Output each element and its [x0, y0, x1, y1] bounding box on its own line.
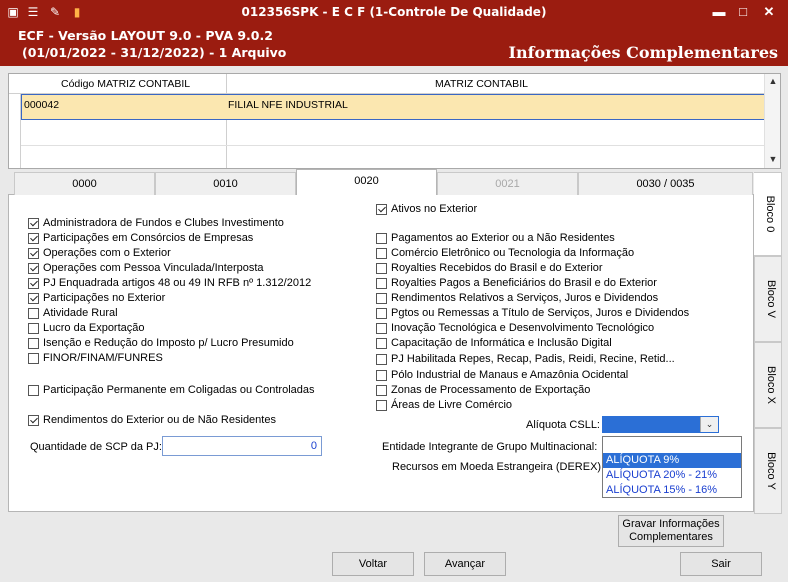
checkbox-box[interactable] [28, 293, 39, 304]
checkbox-box[interactable] [28, 308, 39, 319]
side-tab-bloco-y[interactable]: Bloco Y [754, 428, 782, 514]
tab-0020[interactable]: 0020 [296, 169, 437, 195]
checkbox-box[interactable] [376, 354, 387, 365]
page-title: Informações Complementares [508, 43, 778, 62]
checkbox-box[interactable] [28, 385, 39, 396]
cell-name[interactable]: FILIAL NFE INDUSTRIAL [228, 99, 348, 111]
checkbox-box[interactable] [28, 263, 39, 274]
checkbox-label: Isenção e Redução do Imposto p/ Lucro Pr… [43, 337, 294, 349]
checkbox-label: Atividade Rural [43, 307, 118, 319]
checkbox-box[interactable] [28, 233, 39, 244]
checkbox-label: Pgtos ou Remessas a Título de Serviços, … [391, 307, 690, 319]
app-header: ECF - Versão LAYOUT 9.0 - PVA 9.0.2 (01/… [0, 26, 788, 66]
checkbox-label: Lucro da Exportação [43, 322, 145, 334]
checkbox-box[interactable] [376, 385, 387, 396]
checkbox-box[interactable] [28, 353, 39, 364]
checkbox-box[interactable] [28, 323, 39, 334]
csll-label: Alíquota CSLL: [526, 419, 600, 431]
checkbox-box[interactable] [28, 278, 39, 289]
tab-0000[interactable]: 0000 [14, 172, 155, 195]
checkbox-label: Operações com Pessoa Vinculada/Interpost… [43, 262, 264, 274]
window-title: 012356SPK - E C F (1-Controle De Qualida… [241, 5, 547, 19]
checkbox-label: Pagamentos ao Exterior ou a Não Resident… [391, 232, 615, 244]
dropdown-option[interactable]: ALÍQUOTA 20% - 21% [603, 468, 741, 483]
grid-scrollbar[interactable]: ▲ ▼ [764, 74, 780, 168]
checkbox-box[interactable] [376, 233, 387, 244]
table-row-empty[interactable] [21, 120, 764, 146]
checkbox-label: Ativos no Exterior [391, 203, 478, 215]
checkbox-label: Zonas de Processamento de Exportação [391, 384, 591, 396]
sair-button[interactable]: Sair [680, 552, 762, 576]
checkbox-box[interactable] [28, 218, 39, 229]
cell-code[interactable]: 000042 [24, 99, 59, 111]
csll-select[interactable]: ⌄ [602, 416, 719, 433]
maximize-button[interactable]: □ [732, 3, 754, 21]
checkbox-label: Capacitação de Informática e Inclusão Di… [391, 337, 612, 349]
tab-0010[interactable]: 0010 [155, 172, 296, 195]
checkbox-box[interactable] [376, 293, 387, 304]
avancar-button[interactable]: Avançar [424, 552, 506, 576]
matriz-grid: Código MATRIZ CONTABIL MATRIZ CONTABIL 0… [8, 73, 781, 169]
checkbox-box[interactable] [376, 263, 387, 274]
chevron-down-icon[interactable]: ⌄ [700, 417, 718, 432]
checkbox-box[interactable] [376, 308, 387, 319]
checkbox-box[interactable] [28, 338, 39, 349]
checkbox-label: Operações com o Exterior [43, 247, 171, 259]
gravar-line2: Complementares [629, 531, 713, 543]
checkbox-label: Pólo Industrial de Manaus e Amazônia Oci… [391, 369, 629, 381]
period-label: (01/01/2022 - 31/12/2022) - 1 Arquivo [22, 45, 287, 60]
tab-0021[interactable]: 0021 [437, 172, 578, 195]
checkbox-label: PJ Enquadrada artigos 48 ou 49 IN RFB nº… [43, 277, 312, 289]
grid-header: Código MATRIZ CONTABIL MATRIZ CONTABIL [9, 74, 764, 94]
scp-quantity-value: 0 [310, 440, 317, 452]
checkbox-label: Royalties Pagos a Beneficiários do Brasi… [391, 277, 657, 289]
version-label: ECF - Versão LAYOUT 9.0 - PVA 9.0.2 [18, 28, 273, 43]
column-header-codigo[interactable]: Código MATRIZ CONTABIL [61, 78, 190, 90]
checkbox-label: Rendimentos Relativos a Serviços, Juros … [391, 292, 659, 304]
csll-dropdown-list[interactable]: ALÍQUOTA 9% ALÍQUOTA 20% - 21% ALÍQUOTA … [602, 436, 742, 498]
table-row[interactable]: 000042 FILIAL NFE INDUSTRIAL [21, 94, 766, 120]
scroll-down-icon[interactable]: ▼ [765, 154, 781, 164]
checkbox-label: Participação Permanente em Coligadas ou … [43, 384, 315, 396]
checkbox-label: Rendimentos do Exterior ou de Não Reside… [43, 414, 276, 426]
voltar-button[interactable]: Voltar [332, 552, 414, 576]
gravar-button[interactable]: Gravar Informações Complementares [618, 515, 724, 547]
checkbox-label: Inovação Tecnológica e Desenvolvimento T… [391, 322, 655, 334]
checkbox-box[interactable] [376, 370, 387, 381]
checkbox-box[interactable] [376, 278, 387, 289]
side-tab-bloco-v[interactable]: Bloco V [754, 256, 782, 342]
dropdown-option[interactable]: ALÍQUOTA 9% [603, 453, 741, 468]
close-button[interactable]: ✕ [758, 3, 780, 21]
checkbox-box[interactable] [376, 338, 387, 349]
side-tab-bloco-x[interactable]: Bloco X [754, 342, 782, 428]
checkbox-label: Administradora de Fundos e Clubes Invest… [43, 217, 284, 229]
checkbox-label: Participações em Consórcios de Empresas [43, 232, 254, 244]
checkbox-box[interactable] [376, 323, 387, 334]
scroll-up-icon[interactable]: ▲ [765, 76, 781, 86]
checkbox-label: PJ Habilitada Repes, Recap, Padis, Reidi… [391, 353, 675, 365]
scp-quantity-input[interactable]: 0 [162, 436, 322, 456]
checkbox-label: Participações no Exterior [43, 292, 166, 304]
column-header-matriz[interactable]: MATRIZ CONTABIL [435, 78, 528, 90]
dropdown-option[interactable]: ALÍQUOTA 15% - 16% [603, 483, 741, 498]
side-tab-bloco-0[interactable]: Bloco 0 [754, 172, 782, 256]
checkbox-box[interactable] [376, 204, 387, 215]
checkbox-label: Comércio Eletrônico ou Tecnologia da Inf… [391, 247, 635, 259]
row-header-column [9, 94, 21, 168]
checkbox-label: FINOR/FINAM/FUNRES [43, 352, 163, 364]
checkbox-box[interactable] [376, 400, 387, 411]
tab-0030-0035[interactable]: 0030 / 0035 [578, 172, 753, 195]
checkbox-box[interactable] [28, 415, 39, 426]
scp-label: Quantidade de SCP da PJ: [30, 441, 162, 453]
checkbox-box[interactable] [376, 248, 387, 259]
derex-label: Recursos em Moeda Estrangeira (DEREX): [392, 461, 605, 473]
checkbox-box[interactable] [28, 248, 39, 259]
gravar-line1: Gravar Informações [622, 518, 720, 530]
checkbox-label: Áreas de Livre Comércio [391, 399, 513, 411]
minimize-button[interactable]: ▬ [708, 3, 730, 21]
title-bar: ▣ ☰ ✎ ▮ 012356SPK - E C F (1-Controle De… [0, 0, 788, 26]
multinacional-label: Entidade Integrante de Grupo Multinacion… [382, 441, 598, 453]
checkbox-label: Royalties Recebidos do Brasil e do Exter… [391, 262, 603, 274]
